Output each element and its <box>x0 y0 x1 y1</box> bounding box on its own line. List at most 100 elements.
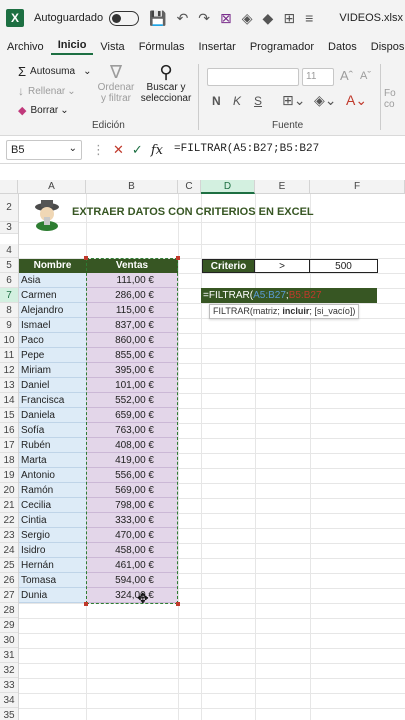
sales-cell[interactable]: 101,00 € <box>86 378 178 393</box>
font-color-icon[interactable]: A⌄ <box>346 92 367 109</box>
sales-cell[interactable]: 395,00 € <box>86 363 178 378</box>
sales-cell[interactable]: 111,00 € <box>86 273 178 288</box>
tab-vista[interactable]: Vista <box>93 41 131 53</box>
row-header[interactable]: 8 <box>0 303 18 318</box>
name-cell[interactable]: Cintia <box>19 513 86 528</box>
name-cell[interactable]: Pepe <box>19 348 86 363</box>
row-header[interactable]: 23 <box>0 528 18 543</box>
customize-icon[interactable]: ≡ <box>305 10 313 26</box>
row-header[interactable]: 11 <box>0 348 18 363</box>
ordenar-filtrar-button[interactable]: ∇ Ordenar y filtrar <box>96 62 136 104</box>
sales-cell[interactable]: 324,00 € <box>86 588 178 603</box>
row-header[interactable]: 32 <box>0 663 18 678</box>
increase-font-icon[interactable]: Aˆ <box>340 68 353 83</box>
tab-formulas[interactable]: Fórmulas <box>132 41 192 53</box>
fx-icon[interactable]: fx <box>151 143 163 158</box>
name-cell[interactable]: Antonio <box>19 468 86 483</box>
redo-icon[interactable]: ↷ <box>198 10 210 27</box>
autosave-toggle[interactable] <box>109 10 140 26</box>
name-cell[interactable]: Daniela <box>19 408 86 423</box>
sales-cell[interactable]: 569,00 € <box>86 483 178 498</box>
column-header-d[interactable]: D <box>201 180 255 194</box>
editing-cell-d7[interactable]: =FILTRAR(A5:B27;B5:B27 <box>201 288 377 303</box>
sales-cell[interactable]: 470,00 € <box>86 528 178 543</box>
criterio-label[interactable]: Criterio <box>202 259 255 273</box>
sales-cell[interactable]: 552,00 € <box>86 393 178 408</box>
sales-cell[interactable]: 855,00 € <box>86 348 178 363</box>
decrease-font-icon[interactable]: Aˇ <box>360 70 371 82</box>
row-header[interactable]: 13 <box>0 378 18 393</box>
paint-icon[interactable]: ◈ <box>242 10 253 27</box>
row-header[interactable]: 30 <box>0 633 18 648</box>
sales-cell[interactable]: 419,00 € <box>86 453 178 468</box>
selection-handle[interactable] <box>176 256 180 260</box>
row-header[interactable]: 22 <box>0 513 18 528</box>
sales-cell[interactable]: 115,00 € <box>86 303 178 318</box>
column-header-f[interactable]: F <box>310 180 405 194</box>
sales-cell[interactable]: 461,00 € <box>86 558 178 573</box>
sales-cell[interactable]: 860,00 € <box>86 333 178 348</box>
header-ventas[interactable]: Ventas <box>86 259 178 273</box>
sales-cell[interactable]: 408,00 € <box>86 438 178 453</box>
row-header[interactable]: 7 <box>0 288 18 303</box>
name-cell[interactable]: Dunia <box>19 588 86 603</box>
fill-icon[interactable]: ◆ <box>263 10 274 27</box>
fill-color-icon[interactable]: ◈⌄ <box>314 92 337 109</box>
rellenar-button[interactable]: ↓ Rellenar ⌄ <box>18 84 76 98</box>
name-cell[interactable]: Marta <box>19 453 86 468</box>
name-cell[interactable]: Miriam <box>19 363 86 378</box>
check-icon[interactable]: ✓ <box>132 142 143 158</box>
name-cell[interactable]: Alejandro <box>19 303 86 318</box>
sales-cell[interactable]: 458,00 € <box>86 543 178 558</box>
criterio-operator[interactable]: > <box>255 259 310 273</box>
bold-button[interactable]: N <box>212 94 221 108</box>
column-header-e[interactable]: E <box>255 180 310 194</box>
name-cell[interactable]: Rubén <box>19 438 86 453</box>
font-size-combo[interactable]: 11 <box>302 68 334 86</box>
row-header[interactable]: 14 <box>0 393 18 408</box>
name-cell[interactable]: Sofía <box>19 423 86 438</box>
row-header[interactable]: 35 <box>0 708 18 720</box>
selection-handle[interactable] <box>176 602 180 606</box>
row-header[interactable]: 6 <box>0 273 18 288</box>
sales-cell[interactable]: 763,00 € <box>86 423 178 438</box>
row-header[interactable]: 20 <box>0 483 18 498</box>
name-cell[interactable]: Daniel <box>19 378 86 393</box>
function-tooltip[interactable]: FILTRAR(matriz; incluir; [si_vacío]) <box>209 304 360 319</box>
name-cell[interactable]: Ismael <box>19 318 86 333</box>
row-header[interactable]: 2 <box>0 194 18 222</box>
borders-icon[interactable]: ⊞⌄ <box>282 92 305 109</box>
name-cell[interactable]: Paco <box>19 333 86 348</box>
row-header[interactable]: 5 <box>0 258 18 273</box>
row-header[interactable]: 28 <box>0 603 18 618</box>
row-header[interactable]: 18 <box>0 453 18 468</box>
sales-cell[interactable]: 556,00 € <box>86 468 178 483</box>
formula-input[interactable]: =FILTRAR(A5:B27;B5:B27 <box>174 143 319 155</box>
sales-cell[interactable]: 333,00 € <box>86 513 178 528</box>
sales-cell[interactable]: 286,00 € <box>86 288 178 303</box>
sales-cell[interactable]: 594,00 € <box>86 573 178 588</box>
row-header[interactable]: 4 <box>0 244 18 258</box>
row-header[interactable]: 25 <box>0 558 18 573</box>
row-header[interactable]: 10 <box>0 333 18 348</box>
name-cell[interactable]: Isidro <box>19 543 86 558</box>
name-cell[interactable]: Cecilia <box>19 498 86 513</box>
autosuma-button[interactable]: Σ Autosuma ⌄ <box>18 64 91 79</box>
select-all-corner[interactable] <box>0 180 18 194</box>
tab-datos[interactable]: Datos <box>321 41 364 53</box>
header-nombre[interactable]: Nombre <box>19 259 86 273</box>
name-cell[interactable]: Carmen <box>19 288 86 303</box>
borrar-button[interactable]: ◆ Borrar ⌄ <box>18 104 69 117</box>
tab-insertar[interactable]: Insertar <box>192 41 243 53</box>
row-header[interactable]: 29 <box>0 618 18 633</box>
row-header[interactable]: 27 <box>0 588 18 603</box>
row-header[interactable]: 31 <box>0 648 18 663</box>
row-header[interactable]: 3 <box>0 222 18 234</box>
tab-disposicion[interactable]: Disposición de <box>364 41 405 53</box>
save-icon[interactable]: 💾 <box>149 10 166 27</box>
name-cell[interactable]: Ramón <box>19 483 86 498</box>
column-header-a[interactable]: A <box>18 180 86 194</box>
row-header[interactable]: 34 <box>0 693 18 708</box>
row-header[interactable]: 9 <box>0 318 18 333</box>
clear-formats-icon[interactable]: ⊠ <box>220 10 232 27</box>
